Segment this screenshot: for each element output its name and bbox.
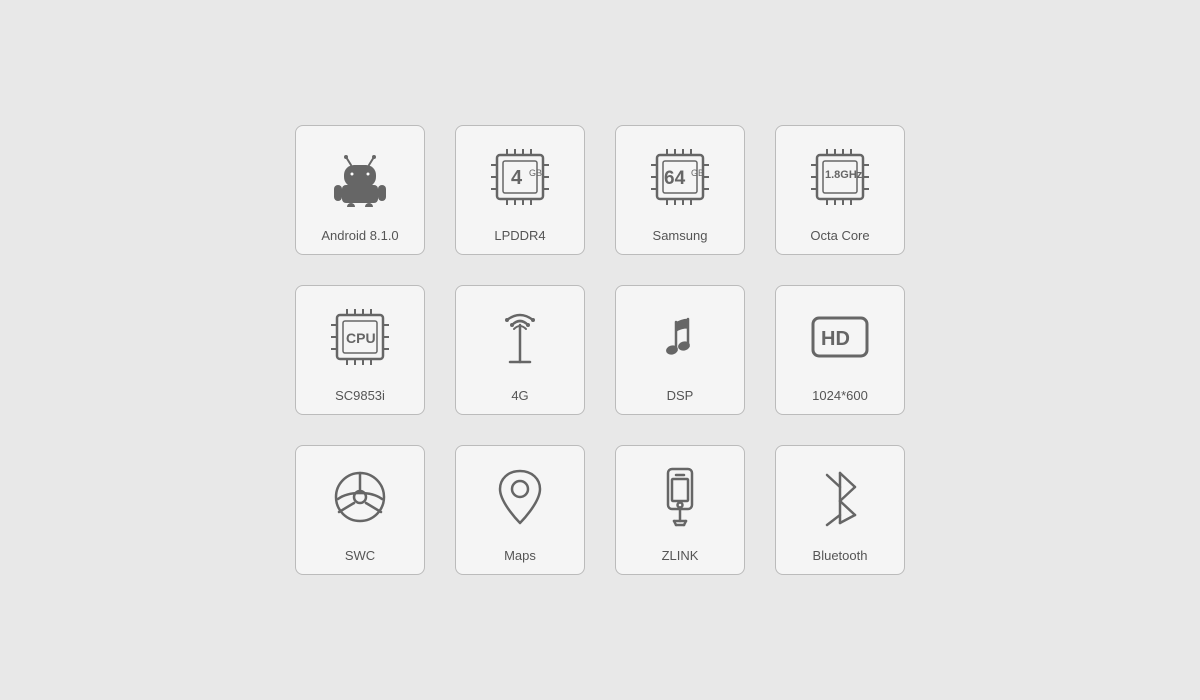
sc9853i-label: SC9853i — [335, 388, 385, 404]
4g-label: 4G — [511, 388, 528, 404]
zlink-icon — [616, 446, 744, 548]
card-lpddr4: 4 GB LPDDR4 — [455, 125, 585, 255]
maps-icon — [456, 446, 584, 548]
svg-text:1.8GHz: 1.8GHz — [825, 169, 863, 181]
steering-icon — [296, 446, 424, 548]
svg-text:HD: HD — [821, 328, 850, 350]
maps-label: Maps — [504, 548, 536, 564]
card-dsp: DSP — [615, 285, 745, 415]
resolution-label: 1024*600 — [812, 388, 868, 404]
svg-text:64: 64 — [664, 168, 686, 189]
cpu-icon: CPU — [296, 286, 424, 388]
card-maps: Maps — [455, 445, 585, 575]
svg-text:4: 4 — [511, 167, 523, 189]
lpddr4-label: LPDDR4 — [494, 228, 545, 244]
zlink-label: ZLINK — [662, 548, 699, 564]
swc-label: SWC — [345, 548, 375, 564]
svg-text:CPU: CPU — [346, 330, 376, 346]
chip-64gb-icon: 64 GB — [616, 126, 744, 228]
card-bluetooth: Bluetooth — [775, 445, 905, 575]
card-zlink: ZLINK — [615, 445, 745, 575]
samsung-label: Samsung — [653, 228, 708, 244]
card-swc: SWC — [295, 445, 425, 575]
card-4g: 4G — [455, 285, 585, 415]
signal-icon — [456, 286, 584, 388]
bluetooth-label: Bluetooth — [813, 548, 868, 564]
card-samsung: 64 GB Samsung — [615, 125, 745, 255]
octa-core-label: Octa Core — [810, 228, 869, 244]
card-android: Android 8.1.0 — [295, 125, 425, 255]
android-label: Android 8.1.0 — [321, 228, 398, 244]
dsp-label: DSP — [667, 388, 694, 404]
hd-icon: HD — [776, 286, 904, 388]
feature-grid: Android 8.1.0 — [295, 125, 905, 575]
card-resolution: HD 1024*600 — [775, 285, 905, 415]
bluetooth-icon — [776, 446, 904, 548]
card-sc9853i: CPU SC9853i — [295, 285, 425, 415]
music-icon — [616, 286, 744, 388]
svg-text:GB: GB — [691, 168, 704, 178]
android-icon — [296, 126, 424, 228]
chip-18ghz-icon: 1.8GHz — [776, 126, 904, 228]
svg-text:GB: GB — [529, 168, 542, 178]
card-octa-core: 1.8GHz Octa Core — [775, 125, 905, 255]
chip-4gb-icon: 4 GB — [456, 126, 584, 228]
